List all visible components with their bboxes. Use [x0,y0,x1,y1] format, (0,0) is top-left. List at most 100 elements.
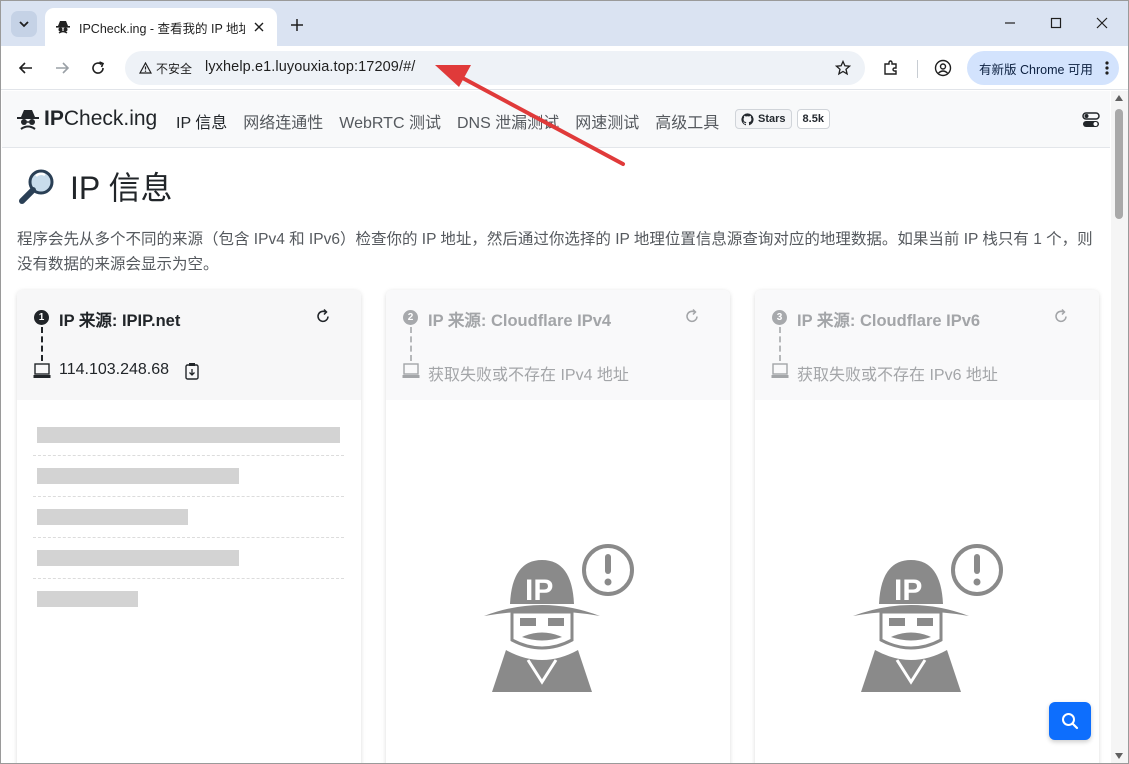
step-connector [779,327,781,361]
ip-card-2: 2 IP 来源: Cloudflare IPv4 获取失败或不存在 IPv4 地… [386,290,730,763]
minimize-button[interactable] [998,11,1022,35]
arrow-right-icon [56,62,70,74]
github-stars-button[interactable]: Stars [735,109,792,129]
step-number: 1 [34,310,49,325]
skeleton-divider [33,537,344,538]
skeleton-line [37,427,340,443]
refresh-icon[interactable] [315,308,331,324]
ip-card-header: 2 IP 来源: Cloudflare IPv4 获取失败或不存在 IPv4 地… [386,290,730,400]
github-stars-count[interactable]: 8.5k [796,109,830,129]
github-icon [741,112,754,125]
bookmark-button[interactable] [833,58,853,78]
menu-item-speedtest[interactable]: 网速测试 [575,109,639,133]
ip-source-title: IP 来源: Cloudflare IPv6 [797,312,981,330]
reload-icon [92,61,105,74]
page-title: IP 信息 [18,163,173,209]
maximize-button[interactable] [1044,11,1068,35]
scroll-down-icon[interactable] [1115,753,1123,759]
skeleton-divider [33,578,344,579]
menu-item-ip-info[interactable]: IP 信息 [176,109,227,133]
extensions-button[interactable] [878,55,904,81]
menu-item-webrtc[interactable]: WebRTC 测试 [339,109,441,133]
tab-close-button[interactable] [251,19,267,35]
intro-text: 程序会先从多个不同的来源（包含 IPv4 和 IPv6）检查你的 IP 地址，然… [17,231,1093,273]
refresh-icon[interactable] [1053,308,1069,324]
chevron-down-icon [19,21,29,28]
logo-bold: IP [44,107,64,130]
puzzle-icon [884,60,897,75]
logo-rest: Check.ing [63,107,158,130]
spy-not-found-icon: IP [853,544,1003,692]
url-text[interactable]: lyxhelp.e1.luyouxia.top:17209/#/ [205,59,415,75]
tab-search-button[interactable] [11,11,37,37]
profile-button[interactable] [930,55,956,81]
step-connector [41,327,43,361]
theme-toggle-icon[interactable] [1082,111,1100,129]
skeleton-divider [33,455,344,456]
arrow-left-icon [18,62,32,74]
tab-strip: IPCheck.ing - 查看我的 IP 地址 [1,1,1128,46]
site-navbar: IP Check.ing IP 信息 网络连通性 WebRTC 测试 DNS 泄漏… [2,91,1110,148]
ip-card-header: 3 IP 来源: Cloudflare IPv6 获取失败或不存在 IPv6 地… [755,290,1099,400]
spy-favicon-icon [56,21,70,34]
scrollbar-thumb[interactable] [1115,109,1123,219]
page-scrollbar[interactable] [1111,91,1128,763]
copy-clipboard-icon[interactable] [184,362,200,380]
browser-window: IPCheck.ing - 查看我的 IP 地址 不安全 lyxhelp.e1.… [0,0,1129,764]
toolbar-divider [917,60,918,78]
spy-not-found-icon: IP [484,544,634,692]
page-title-text: IP 信息 [70,170,173,206]
skeleton-line [37,509,188,525]
reload-button[interactable] [85,55,111,81]
window-close-button[interactable] [1090,11,1114,35]
close-icon [254,22,264,32]
warning-icon [139,62,152,74]
github-stars-label: Stars [758,113,786,125]
forward-button[interactable] [49,55,75,81]
ip-source-title: IP 来源: IPIP.net [59,312,181,330]
search-fab-button[interactable] [1049,702,1091,740]
ip-card-header: 1 IP 来源: IPIP.net 114.103.248.68 [17,290,361,400]
github-stars[interactable]: Stars 8.5k [735,109,830,129]
computer-icon [771,363,789,378]
page-viewport: IP Check.ing IP 信息 网络连通性 WebRTC 测试 DNS 泄漏… [2,91,1110,763]
spy-logo-icon [17,110,39,130]
refresh-icon[interactable] [684,308,700,324]
chrome-update-button[interactable]: 有新版 Chrome 可用 [967,51,1119,85]
close-icon [1096,17,1108,29]
magnifier-icon [19,169,54,204]
step-connector [410,327,412,361]
search-icon [1062,713,1079,730]
minimize-icon [1005,22,1015,24]
maximize-icon [1050,17,1062,29]
browser-tab[interactable]: IPCheck.ing - 查看我的 IP 地址 [45,8,277,46]
menu-item-dns-leak[interactable]: DNS 泄漏测试 [457,109,559,133]
computer-icon [402,363,420,378]
site-logo[interactable]: IP Check.ing [16,107,157,131]
skeleton-divider [33,496,344,497]
plus-icon [291,19,303,31]
more-vert-icon [1105,61,1109,75]
ip-source-title: IP 来源: Cloudflare IPv4 [428,312,612,330]
ip-card-3: 3 IP 来源: Cloudflare IPv6 获取失败或不存在 IPv6 地… [755,290,1099,763]
menu-item-advanced-tools[interactable]: 高级工具 [655,109,719,133]
ip-address: 114.103.248.68 [59,361,170,378]
star-icon [835,60,851,76]
address-bar[interactable]: 不安全 lyxhelp.e1.luyouxia.top:17209/#/ [125,51,865,85]
ip-address: 获取失败或不存在 IPv4 地址 [428,367,629,384]
new-tab-button[interactable] [285,13,309,37]
security-chip[interactable]: 不安全 [133,56,200,80]
browser-toolbar: 不安全 lyxhelp.e1.luyouxia.top:17209/#/ 有新版… [1,46,1128,90]
tab-title: IPCheck.ing - 查看我的 IP 地址 [79,21,245,36]
back-button[interactable] [13,55,39,81]
update-label: 有新版 Chrome 可用 [979,62,1093,77]
step-number: 2 [403,310,418,325]
skeleton-line [37,550,239,566]
step-number: 3 [772,310,787,325]
svg-text:IP: IP [525,574,553,607]
menu-item-connectivity[interactable]: 网络连通性 [243,109,323,133]
skeleton-line [37,591,138,607]
site-menu: IP 信息 网络连通性 WebRTC 测试 DNS 泄漏测试 网速测试 高级工具 [176,109,735,133]
ip-address: 获取失败或不存在 IPv6 地址 [797,367,998,384]
scroll-up-icon[interactable] [1115,95,1123,101]
